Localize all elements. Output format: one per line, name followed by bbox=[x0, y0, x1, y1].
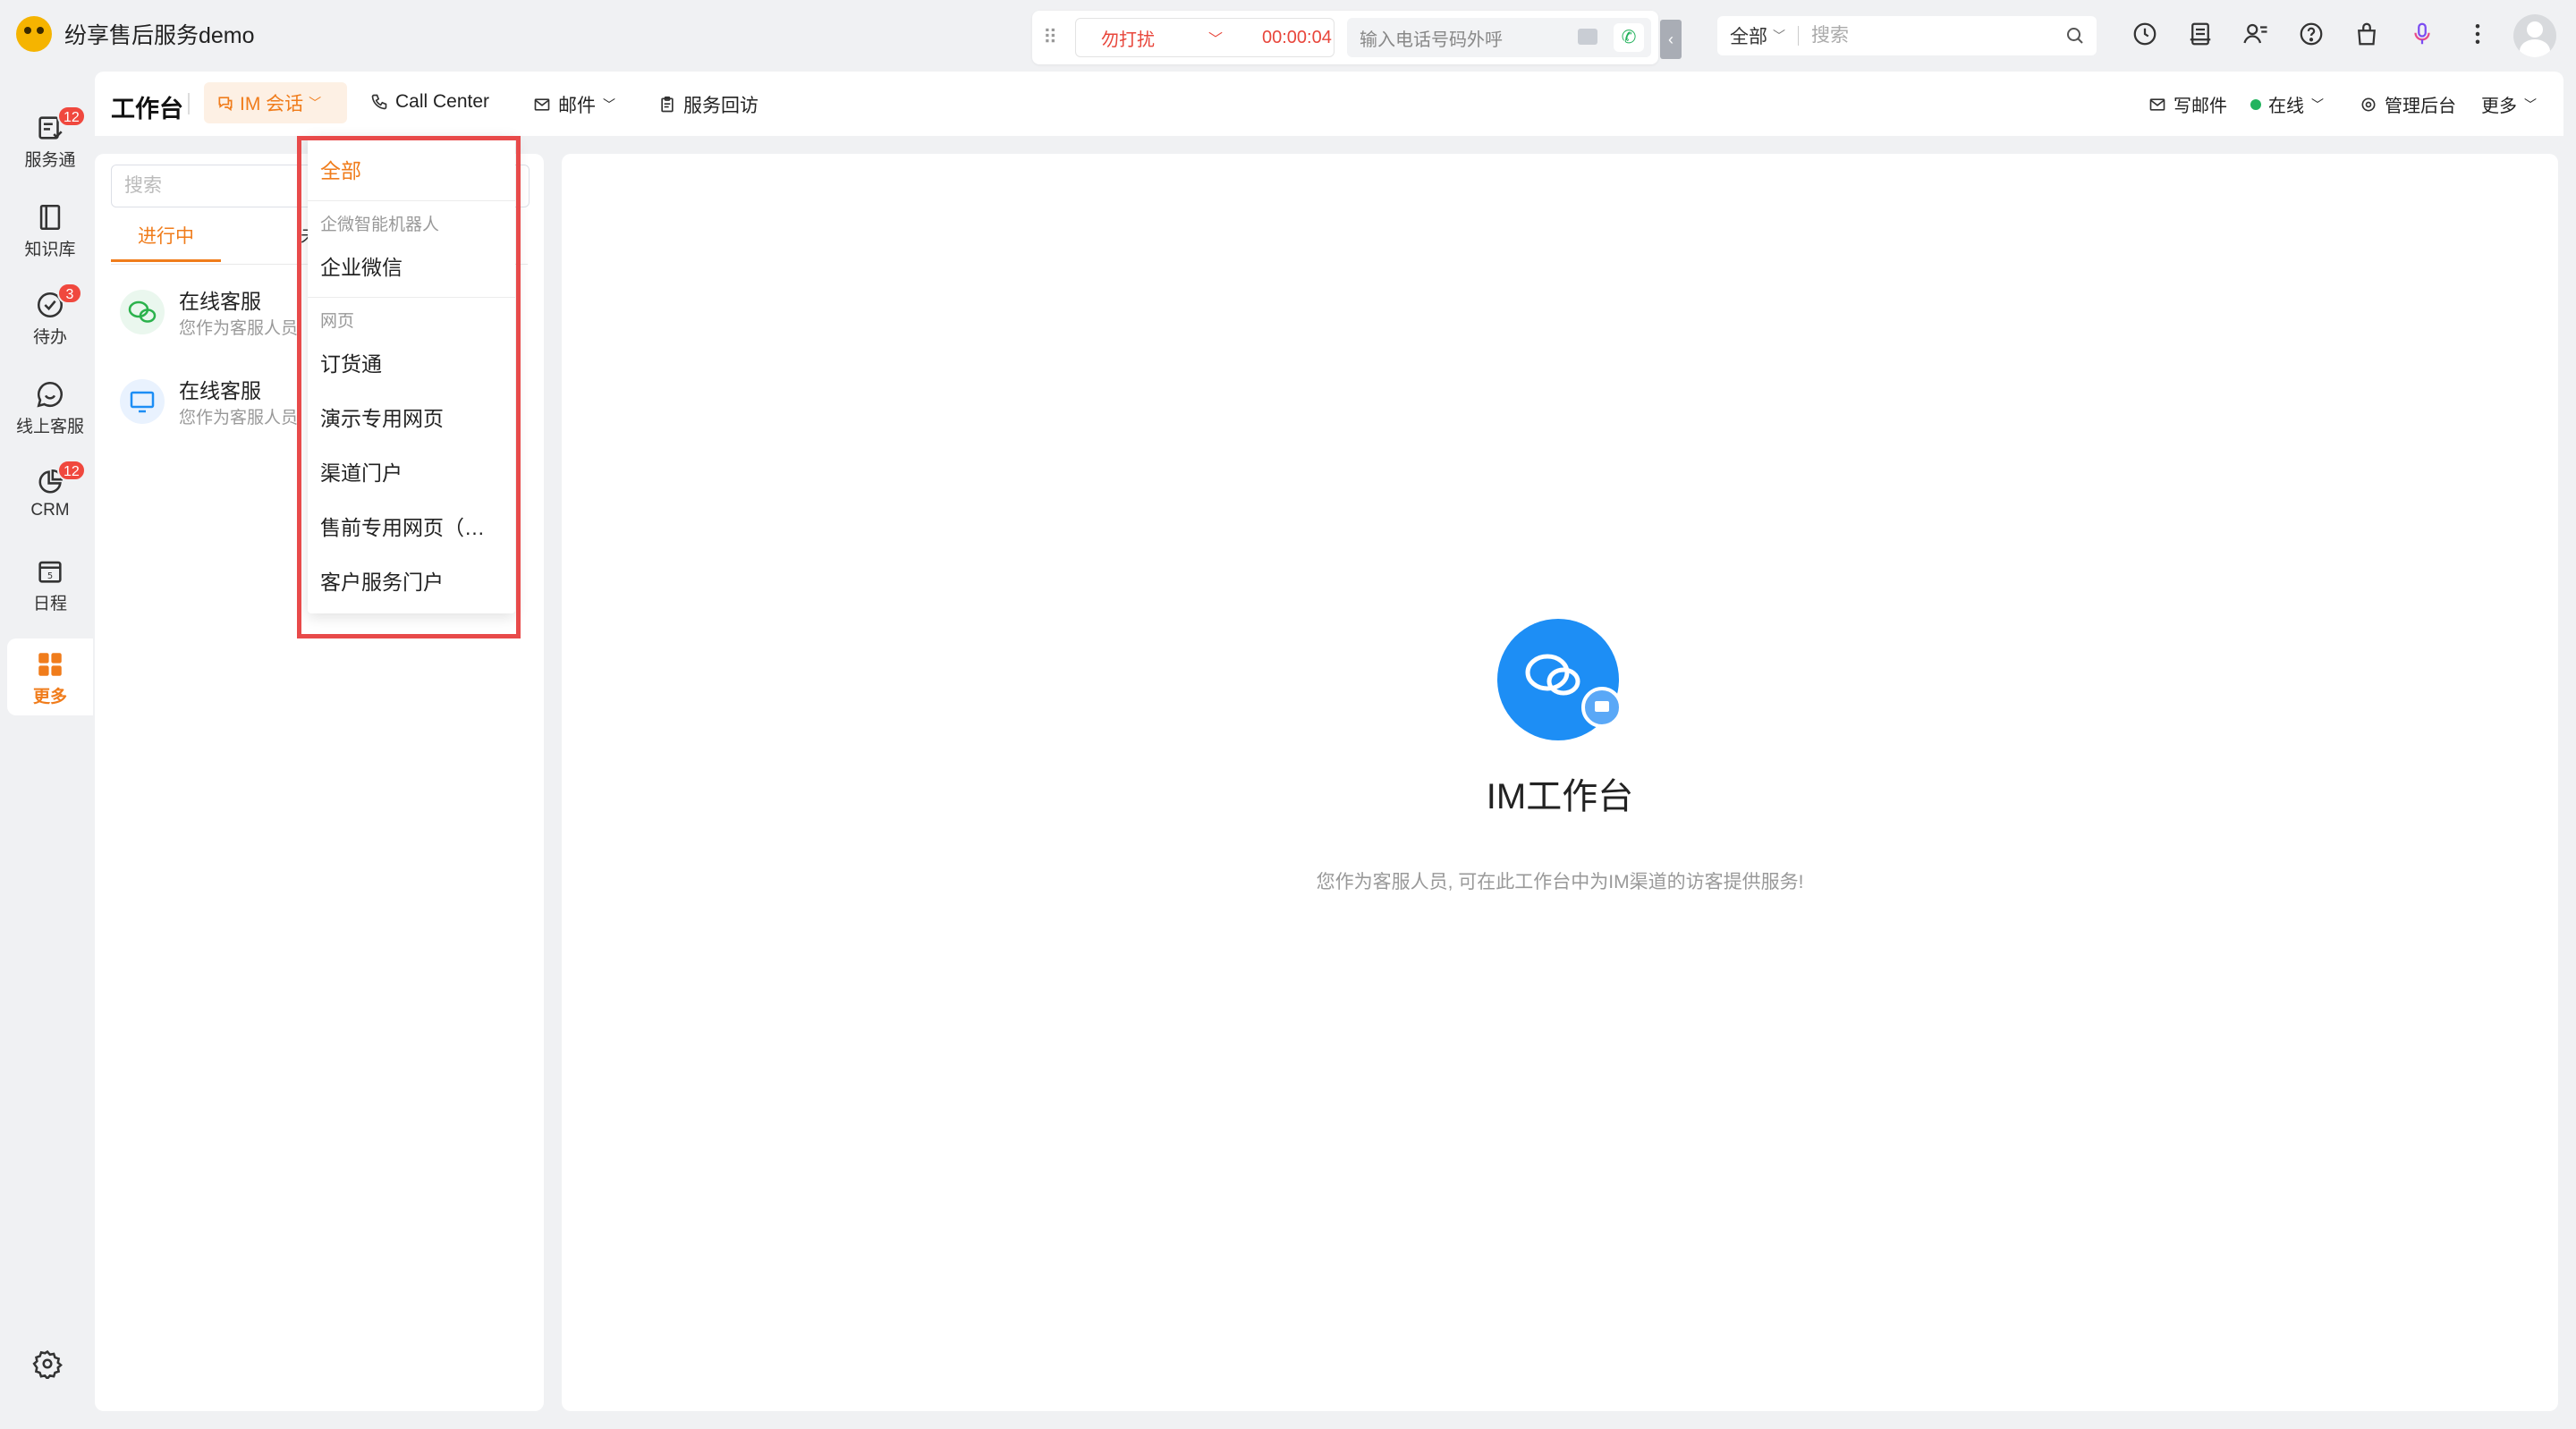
workspace-title: IM工作台 bbox=[1486, 777, 1634, 816]
calendar-icon: 5 bbox=[38, 561, 62, 583]
divider bbox=[1798, 26, 1799, 46]
chevron-down-icon: ﹀ bbox=[309, 96, 322, 110]
tab-label: 邮件 bbox=[558, 96, 596, 116]
search-icon[interactable] bbox=[2064, 25, 2086, 47]
divider bbox=[188, 93, 190, 114]
rail-item-label: CRM bbox=[30, 501, 70, 520]
clipboard-icon bbox=[661, 96, 674, 113]
workbench-header: 工作台 IM 会话 ﹀ Call Center 邮件 ﹀ 服务回访 写邮件 在线… bbox=[95, 72, 2563, 136]
brand-logo-icon bbox=[16, 16, 52, 52]
tab-in-progress[interactable]: 进行中 bbox=[111, 222, 221, 262]
tab-label: IM 会话 bbox=[240, 94, 304, 114]
online-dot-icon bbox=[2250, 98, 2261, 110]
conversation-preview: 您作为客服人员 bbox=[179, 319, 299, 338]
online-status-select[interactable]: 在线 ﹀ bbox=[2250, 91, 2324, 117]
notification-badge: 12 bbox=[57, 106, 86, 127]
rail-item-schedule[interactable]: 5 日程 bbox=[7, 545, 93, 622]
more-label: 更多 bbox=[2481, 97, 2517, 116]
chevron-down-icon: ﹀ bbox=[1208, 32, 1224, 47]
help-icon[interactable] bbox=[2295, 18, 2327, 50]
settings-gear-icon[interactable] bbox=[32, 1349, 63, 1379]
tab-label: Call Center bbox=[395, 91, 490, 112]
call-toolbar: ⠿ 勿打扰 ﹀ 00:00:04 输入电话号码外呼 ✆ bbox=[1032, 11, 1658, 64]
call-timer: 00:00:04 bbox=[1262, 27, 1332, 47]
web-monitor-icon bbox=[120, 379, 165, 424]
grid-icon bbox=[38, 653, 62, 676]
rail-item-crm[interactable]: CRM 12 bbox=[7, 456, 93, 533]
more-menu-button[interactable]: 更多 ﹀ bbox=[2481, 91, 2537, 117]
tab-call-center[interactable]: Call Center bbox=[370, 91, 489, 113]
chevron-down-icon: ﹀ bbox=[603, 97, 615, 112]
tab-label: 服务回访 bbox=[683, 96, 758, 116]
more-vertical-icon[interactable] bbox=[2462, 18, 2494, 50]
rail-item-todo[interactable]: 待办 3 bbox=[7, 279, 93, 356]
chevron-down-icon: ﹀ bbox=[2311, 97, 2324, 112]
history-clock-icon[interactable] bbox=[2129, 18, 2161, 50]
rail-item-more[interactable]: 更多 bbox=[7, 638, 93, 715]
rail-item-label: 知识库 bbox=[24, 241, 76, 259]
conversation-name: 在线客服 bbox=[179, 379, 261, 402]
book-icon bbox=[39, 204, 61, 231]
agent-status-label: 勿打扰 bbox=[1101, 30, 1155, 50]
compose-mail-icon bbox=[2149, 97, 2165, 111]
chat-icon bbox=[218, 97, 233, 112]
top-icon-group bbox=[2129, 18, 2494, 50]
monitor-badge-icon bbox=[1581, 687, 1623, 728]
notification-badge: 3 bbox=[57, 283, 82, 304]
voice-assistant-icon[interactable] bbox=[2406, 18, 2438, 50]
chevron-down-icon: ﹀ bbox=[2524, 97, 2537, 112]
conversation-preview: 您作为客服人员 bbox=[179, 409, 299, 427]
admin-label: 管理后台 bbox=[2385, 97, 2456, 116]
phone-call-icon[interactable]: ✆ bbox=[1614, 23, 1644, 52]
user-avatar[interactable] bbox=[2513, 14, 2556, 57]
search-input[interactable] bbox=[1811, 25, 2062, 47]
online-status-label: 在线 bbox=[2268, 97, 2304, 116]
gear-icon bbox=[2361, 97, 2376, 111]
svg-text:5: 5 bbox=[47, 571, 53, 581]
wechat-icon bbox=[120, 290, 165, 334]
mail-icon bbox=[534, 98, 550, 111]
app-name: 纷享售后服务demo bbox=[64, 23, 255, 48]
write-mail-button[interactable]: 写邮件 bbox=[2148, 91, 2227, 117]
highlight-annotation-box bbox=[297, 136, 521, 638]
tab-service-followup[interactable]: 服务回访 bbox=[658, 91, 758, 118]
global-search: 全部 ﹀ bbox=[1717, 16, 2097, 55]
im-workspace: IM工作台 您作为客服人员, 可在此工作台中为IM渠道的访客提供服务! bbox=[562, 154, 2558, 1411]
workspace-description: 您作为客服人员, 可在此工作台中为IM渠道的访客提供服务! bbox=[1316, 872, 1804, 892]
rail-item-service[interactable]: 服务通 12 bbox=[7, 102, 93, 179]
left-rail: 服务通 12 知识库 待办 3 线上客服 CRM 12 5 日程 更多 bbox=[0, 72, 93, 1429]
chevron-down-icon: ﹀ bbox=[1773, 29, 1785, 43]
top-bar: 纷享售后服务demo ⠿ 勿打扰 ﹀ 00:00:04 输入电话号码外呼 ✆ ‹… bbox=[0, 0, 2576, 72]
contacts-icon[interactable] bbox=[2240, 18, 2272, 50]
notes-icon[interactable] bbox=[2184, 18, 2216, 50]
tab-im-session[interactable]: IM 会话 ﹀ bbox=[204, 82, 347, 123]
rail-item-label: 更多 bbox=[32, 688, 67, 706]
keypad-icon[interactable] bbox=[1578, 29, 1597, 45]
write-mail-label: 写邮件 bbox=[2174, 97, 2227, 116]
notification-badge: 12 bbox=[57, 460, 86, 481]
im-chat-icon bbox=[1497, 619, 1623, 740]
conversation-name: 在线客服 bbox=[179, 290, 261, 313]
rail-item-label: 待办 bbox=[32, 328, 67, 347]
collapse-callbar-button[interactable]: ‹ bbox=[1660, 20, 1682, 59]
search-scope-select[interactable]: 全部 bbox=[1730, 22, 1767, 49]
rail-item-label: 线上客服 bbox=[15, 418, 84, 436]
rail-item-online-service[interactable]: 线上客服 bbox=[7, 368, 93, 445]
rail-item-label: 日程 bbox=[32, 595, 67, 613]
tab-mail[interactable]: 邮件 ﹀ bbox=[533, 91, 615, 118]
phone-icon bbox=[371, 94, 387, 110]
page-title: 工作台 bbox=[111, 96, 183, 123]
drag-handle-icon[interactable]: ⠿ bbox=[1043, 26, 1063, 49]
admin-console-button[interactable]: 管理后台 bbox=[2360, 91, 2456, 117]
agent-status-select[interactable]: 勿打扰 ﹀ 00:00:04 bbox=[1075, 18, 1335, 57]
rail-item-knowledge[interactable]: 知识库 bbox=[7, 191, 93, 268]
shopping-bag-icon[interactable] bbox=[2351, 18, 2383, 50]
chat-bubble-icon bbox=[37, 381, 63, 408]
brand[interactable]: 纷享售后服务demo bbox=[16, 16, 255, 52]
dial-input-placeholder: 输入电话号码外呼 bbox=[1360, 30, 1503, 50]
rail-item-label: 服务通 bbox=[24, 151, 76, 170]
dial-input[interactable]: 输入电话号码外呼 ✆ bbox=[1347, 18, 1651, 57]
